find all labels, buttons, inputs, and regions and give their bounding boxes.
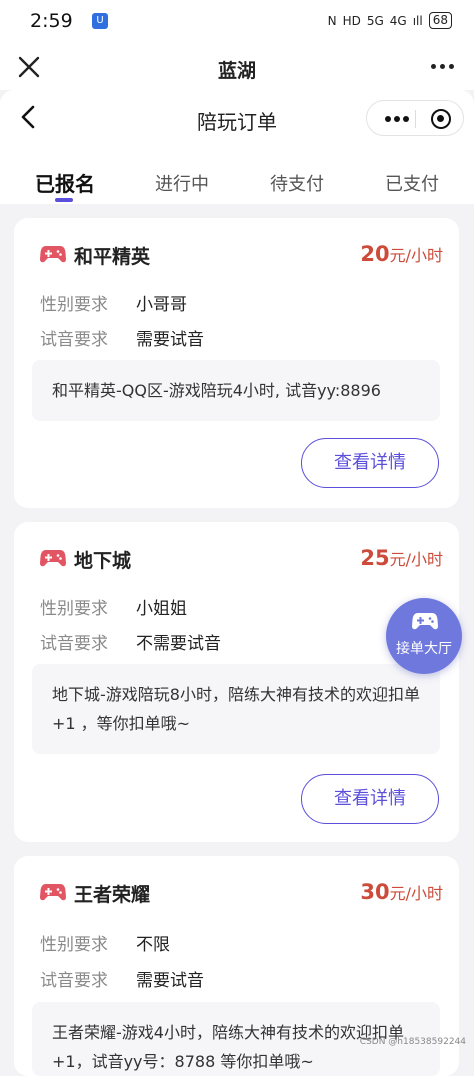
tab-pending-payment[interactable]: 待支付 <box>242 170 352 196</box>
capsule-divider <box>415 110 416 128</box>
gender-row: 性别要求 小哥哥 <box>40 290 187 315</box>
price-value: 25 <box>360 546 390 570</box>
order-price: 20元/小时 <box>360 242 443 266</box>
price-unit: 元/小时 <box>389 884 443 903</box>
gamepad-icon <box>40 246 66 263</box>
gender-value: 小姐姐 <box>136 599 187 619</box>
order-title: 地下城 <box>74 550 132 572</box>
status-indicators: N HD 5G 4G ıll 68 <box>328 12 452 29</box>
watermark: CSDN @h18538592244 <box>359 1037 466 1047</box>
price-value: 20 <box>360 242 390 266</box>
order-tabs: 已报名 进行中 待支付 已支付 <box>0 148 474 204</box>
order-card: 地下城 25元/小时 性别要求 小姐姐 试音要求 不需要试音 地下城-游戏陪玩8小时… <box>14 522 459 842</box>
voice-row: 试音要求 不需要试音 <box>40 629 221 654</box>
view-details-button[interactable]: 查看详情 <box>301 774 439 824</box>
voice-row: 试音要求 需要试音 <box>40 325 204 350</box>
price-unit: 元/小时 <box>389 550 443 569</box>
order-title: 王者荣耀 <box>74 884 151 906</box>
more-icon[interactable] <box>431 64 454 69</box>
gender-row: 性别要求 不限 <box>40 930 170 955</box>
voice-label: 试音要求 <box>40 634 108 654</box>
order-hall-button[interactable]: 接单大厅 <box>386 598 462 674</box>
voice-label: 试音要求 <box>40 330 108 350</box>
gender-label: 性别要求 <box>40 599 108 619</box>
status-time: 2:59 <box>30 10 73 32</box>
nfc-icon: N <box>327 13 337 28</box>
notification-icon: U <box>92 13 108 29</box>
price-value: 30 <box>360 880 390 904</box>
capsule-more-icon[interactable] <box>385 116 409 122</box>
tab-paid[interactable]: 已支付 <box>357 170 467 196</box>
tab-registered[interactable]: 已报名 <box>10 168 120 197</box>
order-title: 和平精英 <box>74 246 151 268</box>
gamepad-icon <box>40 884 66 901</box>
voice-label: 试音要求 <box>40 971 108 991</box>
signal-bars-icon: ıll <box>412 13 423 28</box>
page-header: 陪玩订单 <box>0 90 474 148</box>
hd-icon: HD <box>342 13 361 28</box>
gender-label: 性别要求 <box>40 935 108 955</box>
mini-program-bar: 蓝湖 <box>0 44 474 90</box>
capsule-menu <box>366 100 464 136</box>
status-bar: 2:59 U N HD 5G 4G ıll 68 <box>0 0 474 44</box>
tab-in-progress[interactable]: 进行中 <box>127 170 237 196</box>
order-price: 25元/小时 <box>360 546 443 570</box>
signal-5g-icon: 5G <box>366 13 384 28</box>
voice-value: 需要试音 <box>136 330 204 350</box>
price-unit: 元/小时 <box>389 246 443 265</box>
gender-value: 不限 <box>136 935 170 955</box>
voice-row: 试音要求 需要试音 <box>40 966 204 991</box>
capsule-close-icon[interactable] <box>431 109 451 129</box>
order-card: 和平精英 20元/小时 性别要求 小哥哥 试音要求 需要试音 和平精英-QQ区-游戏… <box>14 218 459 508</box>
gender-label: 性别要求 <box>40 295 108 315</box>
gamepad-icon <box>412 613 438 630</box>
order-hall-label: 接单大厅 <box>396 641 452 657</box>
gender-value: 小哥哥 <box>136 295 187 315</box>
order-description: 和平精英-QQ区-游戏陪玩4小时, 试音yy:8896 <box>32 360 440 421</box>
mini-program-title: 蓝湖 <box>217 60 256 82</box>
view-details-button[interactable]: 查看详情 <box>301 438 439 488</box>
gender-row: 性别要求 小姐姐 <box>40 594 187 619</box>
gamepad-icon <box>40 550 66 567</box>
battery-icon: 68 <box>428 12 452 29</box>
order-description: 地下城-游戏陪玩8小时，陪练大神有技术的欢迎扣单+1 ，等你扣单哦~ <box>32 664 440 754</box>
tab-indicator <box>55 198 73 202</box>
voice-value: 不需要试音 <box>136 634 221 654</box>
order-price: 30元/小时 <box>360 880 443 904</box>
signal-4g-icon: 4G <box>389 13 407 28</box>
voice-value: 需要试音 <box>136 971 204 991</box>
